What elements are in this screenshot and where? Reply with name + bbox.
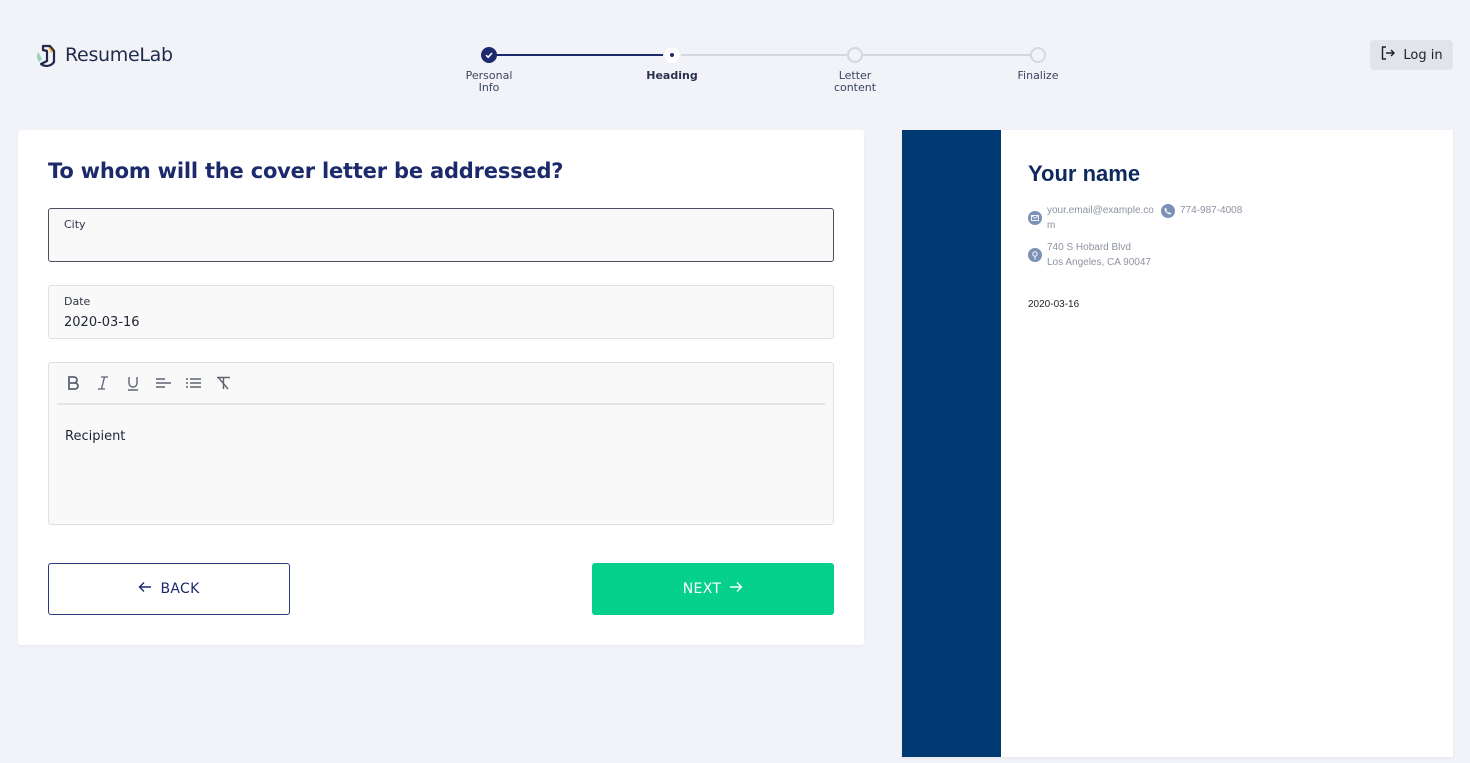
- email-icon: [1028, 211, 1042, 225]
- login-label: Log in: [1403, 47, 1443, 63]
- date-field[interactable]: Date 2020-03-16: [48, 285, 834, 339]
- date-value: 2020-03-16: [64, 315, 140, 330]
- step-current-indicator: [664, 47, 680, 63]
- phone-icon: [1161, 204, 1175, 218]
- step-label-2: content: [833, 81, 877, 94]
- preview-phone: 774-987-4008: [1180, 205, 1243, 216]
- checkmark-icon: [485, 52, 493, 59]
- preview-name: Your name: [1028, 161, 1141, 186]
- step-complete-indicator: [481, 47, 497, 63]
- preview-address-line1: 740 S Hobard Blvd: [1047, 242, 1131, 253]
- align-left-icon[interactable]: [155, 375, 171, 391]
- brand-name: ResumeLab: [65, 44, 173, 66]
- location-pin-icon: [1028, 248, 1042, 262]
- arrow-right-icon: [729, 581, 743, 597]
- step-label: Heading: [646, 69, 698, 82]
- bulleted-list-icon[interactable]: [185, 375, 201, 391]
- underline-icon[interactable]: [125, 375, 141, 391]
- bold-icon[interactable]: [65, 375, 81, 391]
- step-pending-indicator: [847, 47, 863, 63]
- preview-date: 2020-03-16: [1028, 299, 1080, 310]
- step-heading[interactable]: Heading: [622, 44, 722, 82]
- next-label: NEXT: [682, 581, 722, 597]
- preview-email-line1: your.email@example.co: [1047, 205, 1154, 216]
- clear-format-icon[interactable]: [215, 375, 231, 391]
- resumelab-logo-icon: [33, 42, 59, 68]
- preview-address-line2: Los Angeles, CA 90047: [1047, 257, 1151, 268]
- preview-sidebar-band: [902, 130, 1001, 757]
- step-pending-indicator: [1030, 47, 1046, 63]
- back-label: BACK: [160, 581, 200, 597]
- editor-toolbar: [57, 363, 825, 405]
- recipient-form-card: To whom will the cover letter be address…: [18, 130, 864, 645]
- arrow-left-icon: [138, 581, 152, 597]
- back-button[interactable]: BACK: [48, 563, 290, 615]
- brand-logo[interactable]: ResumeLab: [33, 42, 173, 68]
- form-title: To whom will the cover letter be address…: [48, 159, 564, 183]
- cover-letter-preview[interactable]: Your name your.email@example.co m 774-98…: [902, 130, 1453, 757]
- date-label: Date: [64, 295, 91, 308]
- next-button[interactable]: NEXT: [592, 563, 834, 615]
- progress-stepper: Personal Info Heading Letter content Final…: [455, 44, 1075, 104]
- recipient-editor-input[interactable]: Recipient: [65, 429, 125, 444]
- city-field[interactable]: City: [48, 208, 834, 262]
- login-icon: [1380, 45, 1396, 66]
- step-label-2: Info: [478, 81, 500, 94]
- step-label: Finalize: [1017, 69, 1059, 82]
- step-personal-info[interactable]: Personal Info: [439, 44, 539, 94]
- recipient-editor: Recipient: [48, 362, 834, 525]
- step-letter-content[interactable]: Letter content: [805, 44, 905, 94]
- preview-email-line2: m: [1047, 220, 1056, 231]
- city-label: City: [64, 218, 86, 231]
- step-finalize[interactable]: Finalize: [988, 44, 1088, 82]
- login-button[interactable]: Log in: [1370, 40, 1453, 70]
- italic-icon[interactable]: [95, 375, 111, 391]
